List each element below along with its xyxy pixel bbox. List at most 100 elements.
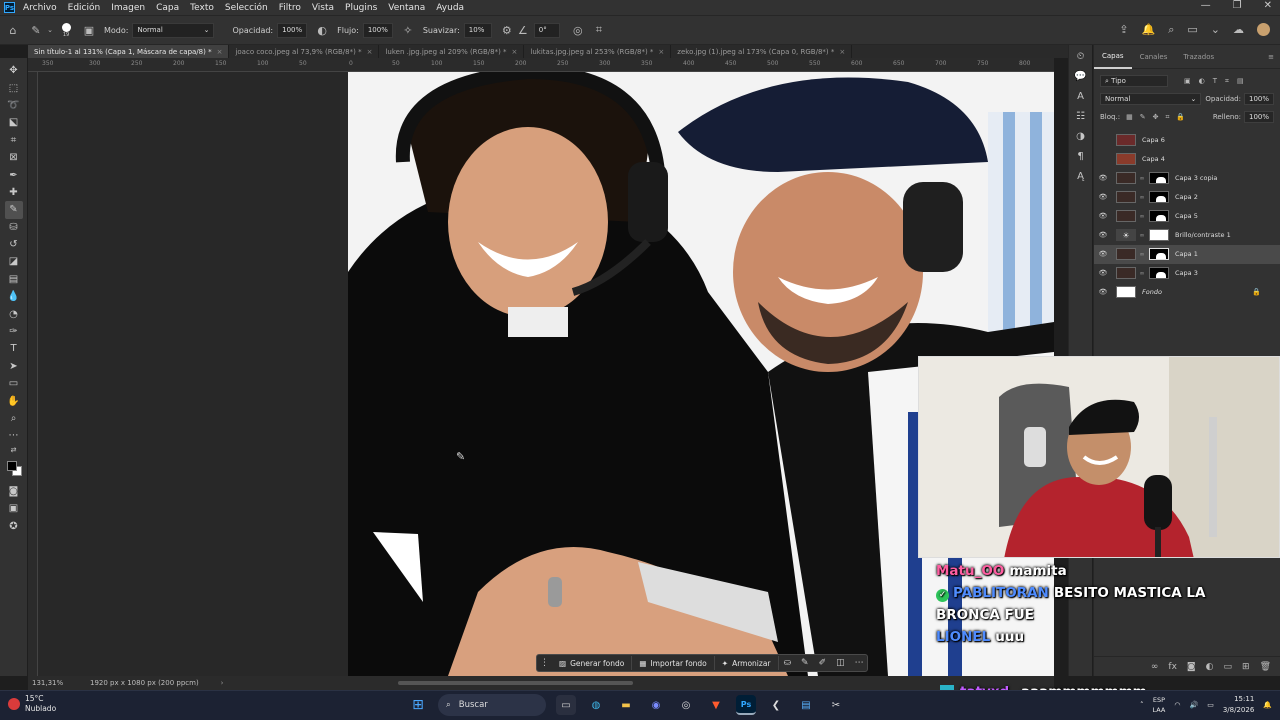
mode-select[interactable]: Normal ⌄: [132, 22, 215, 38]
arrange-icon[interactable]: ⌄: [1211, 23, 1220, 37]
avatar[interactable]: [1257, 23, 1270, 36]
weather-widget[interactable]: 15°C Nublado: [8, 694, 56, 714]
tab-document-1[interactable]: Sin título-1 al 131% (Capa 1, Máscara de…: [28, 45, 230, 58]
search-icon[interactable]: ⌕: [1168, 23, 1174, 37]
path-selection-tool-icon[interactable]: ➤: [5, 358, 23, 375]
paragraph-icon[interactable]: ¶: [1077, 151, 1083, 162]
flow-field[interactable]: 100%: [362, 22, 393, 38]
battery-icon[interactable]: ▭: [1207, 701, 1214, 709]
tray-chevron-icon[interactable]: ˄: [1140, 701, 1144, 709]
tab-document-4[interactable]: lukitas.jpg.jpeg al 253% (RGB/8*) * ×: [524, 45, 672, 58]
import-background-button[interactable]: ▦ Importar fondo: [632, 656, 715, 670]
menu-filtro[interactable]: Filtro: [279, 3, 301, 13]
move-tool-icon[interactable]: ✥: [5, 62, 23, 79]
new-group-icon[interactable]: ▭: [1224, 662, 1233, 672]
language-indicator[interactable]: ESP LAA: [1153, 695, 1166, 715]
filter-smart-icon[interactable]: ▤: [1237, 77, 1244, 86]
eye-icon[interactable]: 👁: [1094, 288, 1112, 296]
menu-vista[interactable]: Vista: [312, 3, 334, 13]
brush-settings-icon[interactable]: ▣: [78, 24, 100, 37]
more-tools-icon[interactable]: ⋯: [5, 427, 23, 444]
layer-name[interactable]: Fondo: [1142, 288, 1162, 296]
tab-trazados[interactable]: Trazados: [1175, 45, 1222, 69]
trash-icon[interactable]: 🗑: [1260, 662, 1271, 672]
new-layer-icon[interactable]: ⊞: [1242, 662, 1250, 672]
layer-name[interactable]: Capa 4: [1142, 155, 1165, 163]
brush-tool-icon[interactable]: ✎: [4, 201, 23, 219]
photoshop-taskbar-icon[interactable]: Ps: [736, 695, 756, 715]
color-icon[interactable]: ◑: [1076, 131, 1085, 142]
opacity-field[interactable]: 100%: [277, 22, 308, 38]
add-mask-icon[interactable]: ◙: [1187, 662, 1196, 672]
taskbar-search[interactable]: ⌕ Buscar: [438, 694, 546, 716]
frame-tool-icon[interactable]: ⊠: [5, 149, 23, 166]
mask-icon[interactable]: ◫: [831, 658, 850, 668]
brush-icon[interactable]: ✎: [796, 658, 814, 668]
layer-row-capa-1[interactable]: 👁 ∞ Capa 1: [1094, 245, 1280, 264]
filter-shape-icon[interactable]: ⌗: [1225, 77, 1229, 86]
close-icon[interactable]: ×: [839, 48, 845, 56]
color-swatches[interactable]: [5, 459, 23, 477]
pressure-opacity-icon[interactable]: ◐: [313, 24, 331, 37]
document-info[interactable]: 1920 px x 1080 px (200 ppcm): [90, 679, 199, 687]
tab-document-5[interactable]: zeko.jpg (1).jpeg al 173% (Capa 0, RGB/8…: [671, 45, 853, 58]
obs-icon[interactable]: ◎: [676, 695, 696, 715]
lock-artboard-icon[interactable]: ⌗: [1165, 113, 1169, 122]
eye-icon[interactable]: 👁: [1094, 193, 1112, 201]
layer-row-capa-2[interactable]: 👁 ∞ Capa 2: [1094, 188, 1280, 207]
layer-row-capa-5[interactable]: 👁 ∞ Capa 5: [1094, 207, 1280, 226]
filter-adjustment-icon[interactable]: ◐: [1199, 77, 1205, 86]
tab-capas[interactable]: Capas: [1094, 45, 1132, 69]
link-icon[interactable]: ∞: [1138, 175, 1146, 182]
tab-document-2[interactable]: joaco coco.jpeg al 73,9% (RGB/8*) * ×: [229, 45, 380, 58]
layer-name[interactable]: Capa 3 copia: [1175, 174, 1217, 182]
canvas-workspace[interactable]: ✎: [38, 72, 1054, 676]
blend-mode-select[interactable]: Normal ⌄: [1100, 93, 1202, 105]
generate-background-button[interactable]: ▨ Generar fondo: [552, 656, 633, 670]
menu-ayuda[interactable]: Ayuda: [436, 3, 464, 13]
panel-menu-icon[interactable]: ≡: [1268, 53, 1274, 61]
layer-mask-thumbnail[interactable]: [1149, 191, 1169, 204]
hand-tool-icon[interactable]: ✋: [5, 392, 23, 409]
menu-texto[interactable]: Texto: [190, 3, 214, 13]
layer-opacity-field[interactable]: 100%: [1243, 93, 1274, 105]
close-icon[interactable]: ×: [367, 48, 373, 56]
fill-field[interactable]: 100%: [1243, 111, 1274, 123]
notification-bell-icon[interactable]: 🔔: [1263, 701, 1272, 709]
layer-mask-thumbnail[interactable]: [1149, 229, 1169, 242]
snipping-tool-icon[interactable]: ✂: [826, 695, 846, 715]
brush-size-picker[interactable]: 19: [54, 22, 78, 38]
layer-name[interactable]: Capa 2: [1175, 193, 1198, 201]
lock-all-icon[interactable]: 🔒: [1176, 113, 1185, 122]
menu-plugins[interactable]: Plugins: [345, 3, 377, 13]
notepad-icon[interactable]: ▤: [796, 695, 816, 715]
menu-ventana[interactable]: Ventana: [388, 3, 425, 13]
more-options-icon[interactable]: ⋯: [850, 658, 869, 668]
clock[interactable]: 15:11 3/8/2026: [1223, 694, 1254, 716]
brush-tool-preset-icon[interactable]: ✎: [26, 24, 46, 37]
layer-filter-select[interactable]: ⌕ Tipo: [1100, 75, 1168, 87]
filter-pixel-icon[interactable]: ▣: [1184, 77, 1191, 86]
eraser-tool-icon[interactable]: ◪: [5, 253, 23, 270]
comments-icon[interactable]: 💬: [1074, 71, 1086, 82]
menu-edicion[interactable]: Edición: [68, 3, 101, 13]
menu-imagen[interactable]: Imagen: [111, 3, 145, 13]
workspace-icon[interactable]: ▭: [1187, 23, 1197, 37]
lock-pixels-icon[interactable]: ▦: [1126, 113, 1133, 122]
layer-row-fondo[interactable]: 👁 Fondo 🔒: [1094, 283, 1280, 302]
gear-icon[interactable]: ⚙: [498, 24, 516, 37]
new-adjustment-icon[interactable]: ◐: [1206, 662, 1214, 672]
layer-name[interactable]: Capa 6: [1142, 136, 1165, 144]
menu-seleccion[interactable]: Selección: [225, 3, 268, 13]
link-icon[interactable]: ∞: [1138, 213, 1146, 220]
crop-tool-icon[interactable]: ⌗: [5, 132, 23, 149]
glyphs-icon[interactable]: Ą: [1077, 171, 1084, 182]
close-icon[interactable]: ×: [217, 48, 223, 56]
brave-icon[interactable]: ▼: [706, 695, 726, 715]
eye-icon[interactable]: 👁: [1094, 250, 1112, 258]
rectangle-tool-icon[interactable]: ▭: [5, 375, 23, 392]
layer-name[interactable]: Capa 5: [1175, 212, 1198, 220]
eye-icon[interactable]: 👁: [1094, 174, 1112, 182]
lock-position-icon[interactable]: ✥: [1153, 113, 1159, 122]
pressure-size-icon[interactable]: ◎: [566, 24, 590, 37]
